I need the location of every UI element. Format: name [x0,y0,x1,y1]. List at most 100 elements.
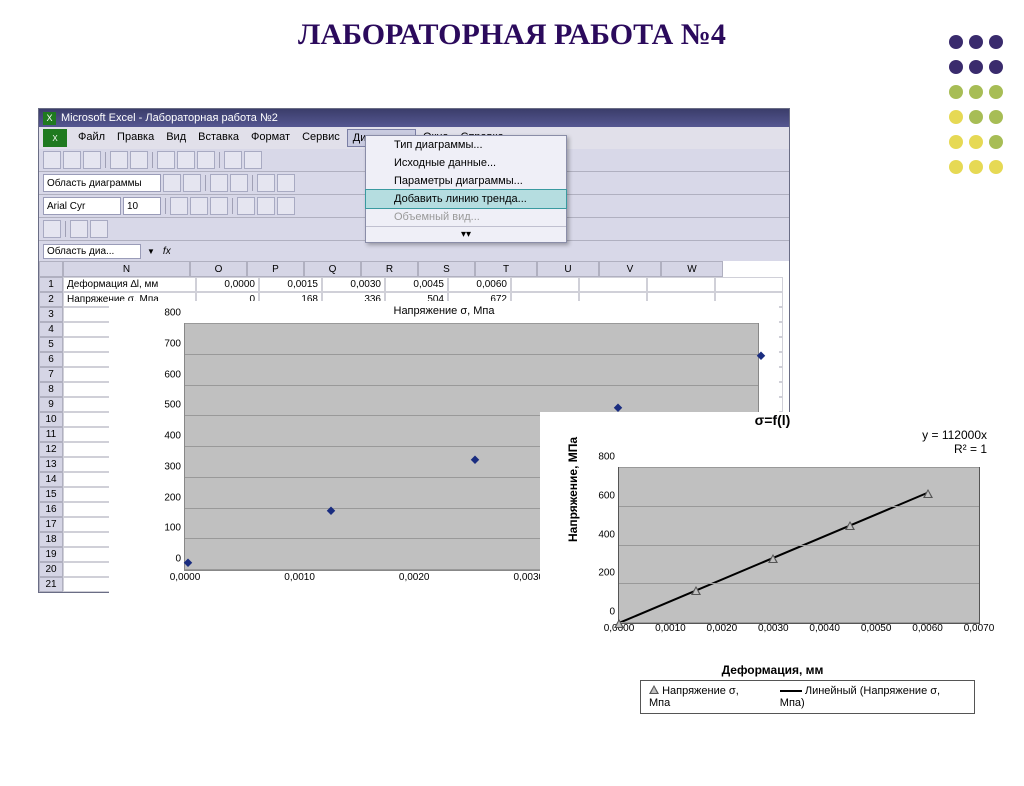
legend-icon[interactable] [210,174,228,192]
cell[interactable] [647,277,715,292]
row-header[interactable]: 13 [39,457,63,472]
row-header[interactable]: 16 [39,502,63,517]
col-O[interactable]: O [190,261,247,277]
row-header[interactable]: 12 [39,442,63,457]
line-icon[interactable] [70,220,88,238]
col-V[interactable]: V [599,261,661,277]
col-R[interactable]: R [361,261,418,277]
col-Q[interactable]: Q [304,261,361,277]
x-axis-label: Деформация, мм [540,663,1005,677]
by-row-icon[interactable] [257,174,275,192]
cell[interactable]: 0,0000 [196,277,259,292]
fx-label[interactable]: fx [157,246,177,257]
cell[interactable]: 0,0045 [385,277,448,292]
save-icon[interactable] [83,151,101,169]
table-row[interactable]: 1 Деформация ∆l, мм 0,0000 0,0015 0,0030… [39,277,789,292]
y-tick: 300 [164,461,181,472]
draw-icon[interactable] [43,220,61,238]
new-icon[interactable] [43,151,61,169]
row-header[interactable]: 3 [39,307,63,322]
bold-icon[interactable] [170,197,188,215]
menu-item-файл[interactable]: Файл [73,129,110,147]
redo-icon[interactable] [244,151,262,169]
y-tick: 400 [164,431,181,442]
col-N[interactable]: N [63,261,190,277]
undo-icon[interactable] [224,151,242,169]
row-header[interactable]: 17 [39,517,63,532]
row-header[interactable]: 4 [39,322,63,337]
menu-diagram-dropdown[interactable]: Тип диаграммы...Исходные данные...Параме… [365,135,567,243]
row-header[interactable]: 6 [39,352,63,367]
by-col-icon[interactable] [277,174,295,192]
cell[interactable] [511,277,579,292]
font-name-selector[interactable]: Arial Cyr [43,197,121,215]
row-header[interactable]: 15 [39,487,63,502]
row-header[interactable]: 21 [39,577,63,592]
row-header[interactable]: 18 [39,532,63,547]
cut-icon[interactable] [157,151,175,169]
data-point [845,521,855,530]
menu-item-сервис[interactable]: Сервис [297,129,345,147]
y-axis-label: Напряжение, МПа [566,437,580,542]
font-size-selector[interactable]: 10 [123,197,161,215]
menu-item-правка[interactable]: Правка [112,129,159,147]
chart-element-selector[interactable]: Область диаграммы [43,174,161,192]
name-box[interactable]: Область диа... [43,244,141,259]
row-header[interactable]: 5 [39,337,63,352]
menu-item[interactable]: Добавить линию тренда... [365,189,567,209]
y-tick: 200 [164,492,181,503]
col-U[interactable]: U [537,261,599,277]
menu-item-вид[interactable]: Вид [161,129,191,147]
column-headers: N O P Q R S T U V W [39,261,789,277]
col-S[interactable]: S [418,261,475,277]
x-tick: 0,0020 [707,623,738,634]
align-left-icon[interactable] [237,197,255,215]
x-tick: 0,0010 [284,572,315,583]
inset-plot-area: 02004006008000,00000,00100,00200,00300,0… [618,467,980,624]
cell[interactable]: Деформация ∆l, мм [63,277,196,292]
chart-legend: Напряжение σ, Мпа Линейный (Напряжение σ… [640,680,975,714]
italic-icon[interactable] [190,197,208,215]
x-tick: 0,0020 [399,572,430,583]
underline-icon[interactable] [210,197,228,215]
col-P[interactable]: P [247,261,304,277]
row-header[interactable]: 19 [39,547,63,562]
col-W[interactable]: W [661,261,723,277]
format-icon[interactable] [163,174,181,192]
x-tick: 0,0030 [758,623,789,634]
app-icon[interactable]: X [43,129,67,147]
cell[interactable]: 0,0015 [259,277,322,292]
data-table-icon[interactable] [230,174,248,192]
align-right-icon[interactable] [277,197,295,215]
menu-item-вставка[interactable]: Вставка [193,129,244,147]
open-icon[interactable] [63,151,81,169]
row-header[interactable]: 14 [39,472,63,487]
menu-item[interactable]: Исходные данные... [366,154,566,172]
paste-icon[interactable] [197,151,215,169]
arrow-icon[interactable] [90,220,108,238]
menu-item[interactable]: Тип диаграммы... [366,136,566,154]
row-header[interactable]: 8 [39,382,63,397]
print-icon[interactable] [110,151,128,169]
preview-icon[interactable] [130,151,148,169]
dropdown-arrow-icon[interactable]: ▼ [145,247,157,256]
copy-icon[interactable] [177,151,195,169]
cell[interactable] [579,277,647,292]
row-2-header[interactable]: 2 [39,292,63,307]
row-header[interactable]: 7 [39,367,63,382]
col-T[interactable]: T [475,261,537,277]
menu-item-формат[interactable]: Формат [246,129,295,147]
chart-type-icon[interactable] [183,174,201,192]
cell[interactable]: 0,0030 [322,277,385,292]
row-1-header[interactable]: 1 [39,277,63,292]
row-header[interactable]: 20 [39,562,63,577]
row-header[interactable]: 9 [39,397,63,412]
formula-bar: Область диа... ▼ fx [39,241,789,261]
row-header[interactable]: 11 [39,427,63,442]
cell[interactable]: 0,0060 [448,277,511,292]
align-center-icon[interactable] [257,197,275,215]
menu-item[interactable]: Параметры диаграммы... [366,172,566,190]
row-header[interactable]: 10 [39,412,63,427]
expand-menu-icon[interactable]: ▾▾ [366,226,566,242]
cell[interactable] [715,277,783,292]
